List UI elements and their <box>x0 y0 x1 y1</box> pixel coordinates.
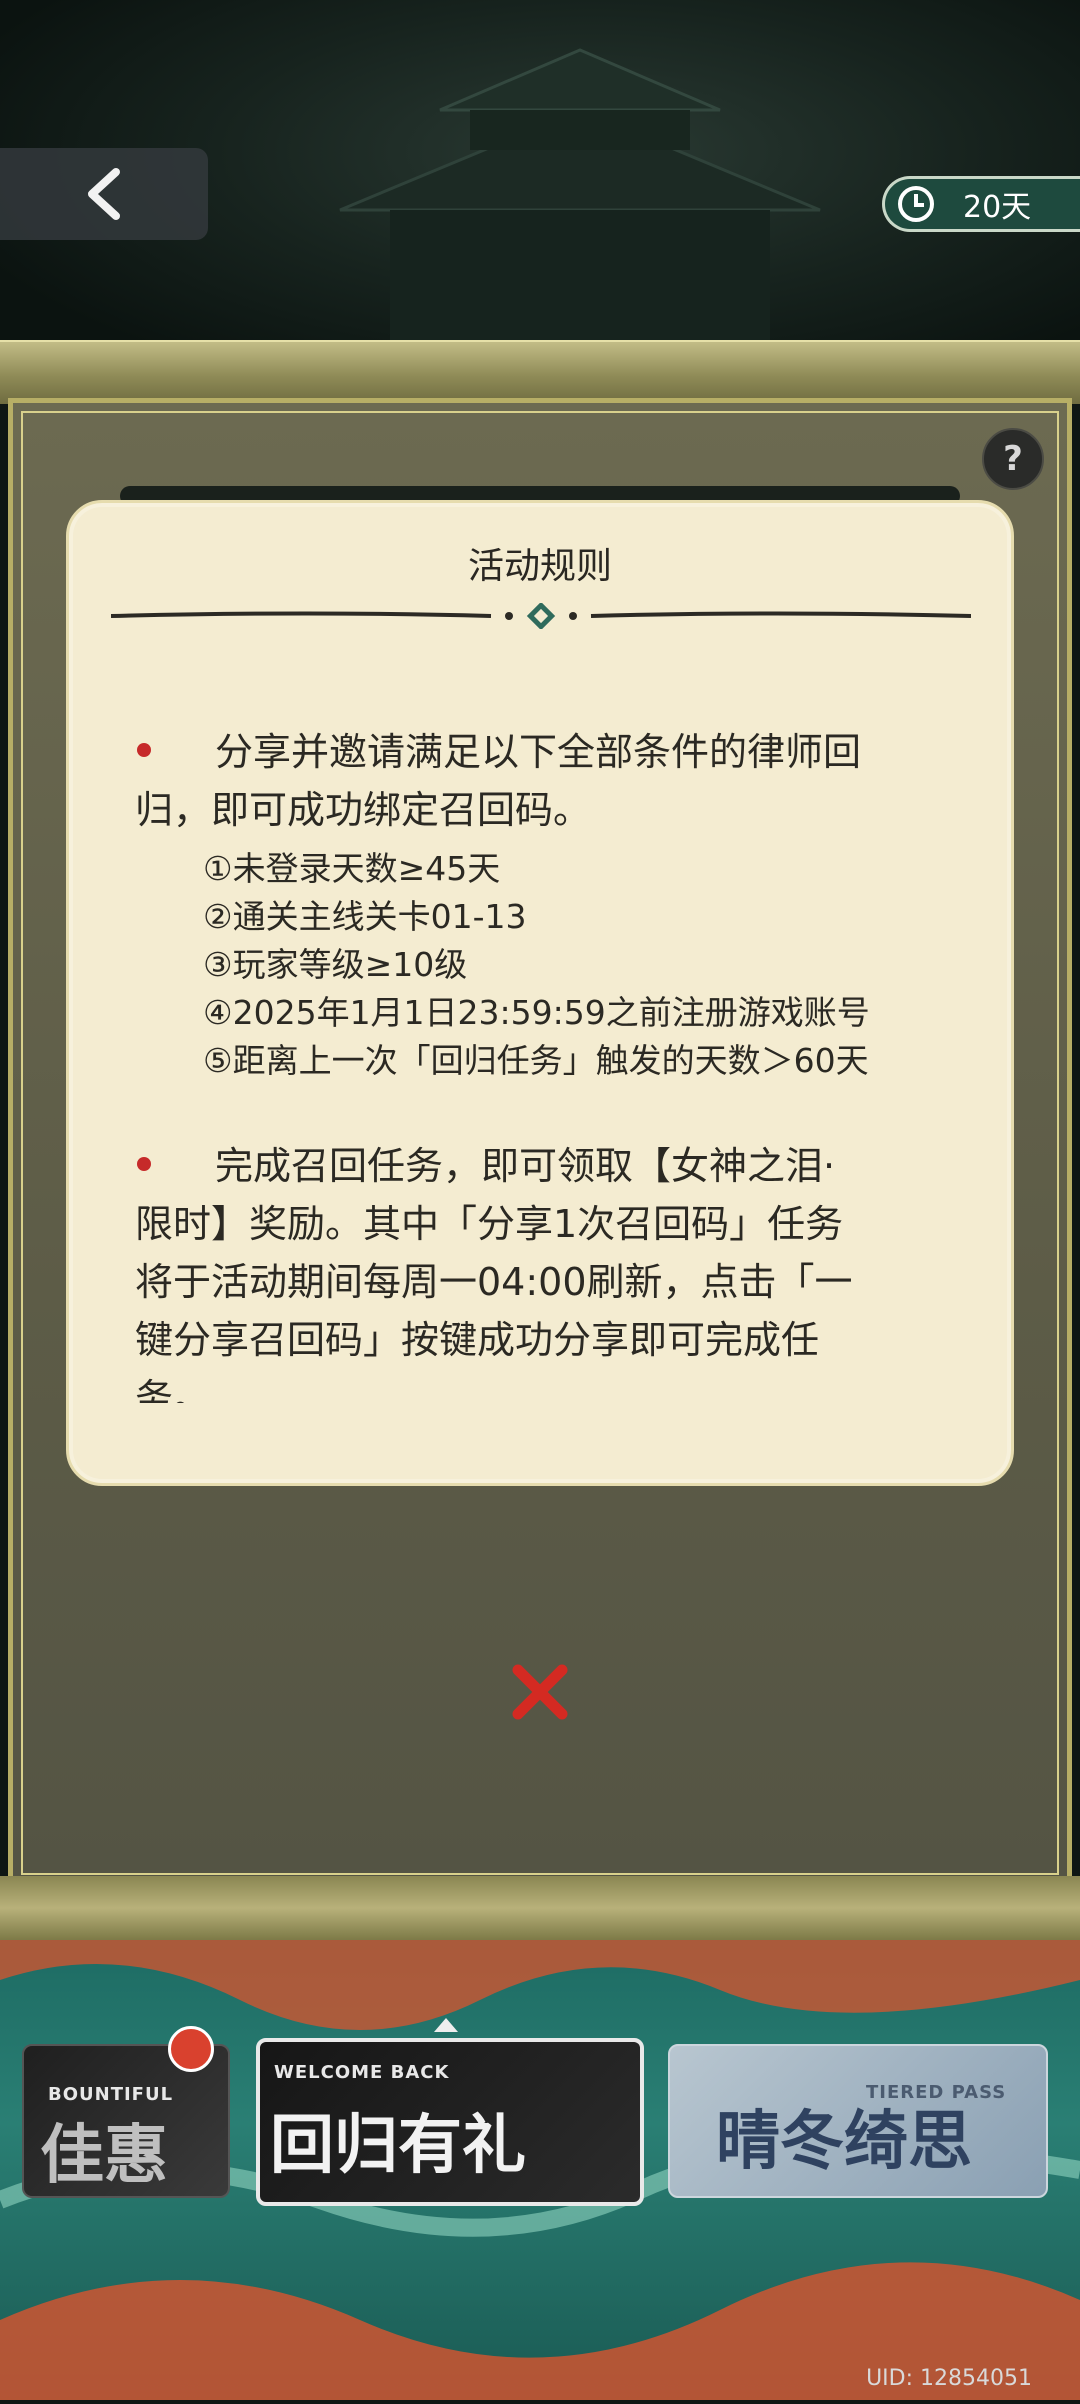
user-id: UID: 12854051 <box>866 2366 1032 2391</box>
rule-text: 完成召回任务，即可领取【女神之泪· <box>215 1144 836 1188</box>
rule-text: 归，即可成功绑定召回码。 <box>135 788 592 832</box>
rule-text: 将于活动期间每周一04:00刷新，点击「一 <box>135 1260 853 1304</box>
rules-content: 分享并邀请满足以下全部条件的律师回 归，即可成功绑定召回码。 ①未登录天数≥45… <box>135 723 965 1403</box>
condition-item: ⑤距离上一次「回归任务」触发的天数＞60天 <box>203 1041 869 1080</box>
close-icon[interactable] <box>508 1660 572 1724</box>
card-title: 回归有礼 <box>270 2108 526 2183</box>
bullet-dot <box>137 1157 151 1171</box>
rules-title: 活动规则 <box>467 546 612 587</box>
clock-icon <box>898 186 934 222</box>
scroll-top-roller <box>0 340 1080 404</box>
chevron-left-icon <box>88 168 120 220</box>
conditions-list: ①未登录天数≥45天 ②通关主线关卡01-13 ③玩家等级≥10级 ④2025年… <box>135 845 965 1085</box>
back-button[interactable] <box>0 148 208 240</box>
condition-item: ④2025年1月1日23:59:59之前注册游戏账号 <box>203 993 870 1032</box>
title-divider <box>111 603 971 629</box>
bullet-dot <box>137 743 151 757</box>
card-subtitle: BOUNTIFUL <box>48 2084 174 2105</box>
card-title: 佳惠 <box>40 2118 168 2193</box>
condition-item: ③玩家等级≥10级 <box>203 945 468 984</box>
rule-text: 键分享召回码」按键成功分享即可完成任 <box>135 1318 820 1362</box>
scroll-bottom-roller <box>0 1876 1080 1942</box>
pagoda-illustration <box>339 48 821 340</box>
tab-tiered-pass[interactable]: TIERED PASS 晴冬绮思 <box>668 2044 1048 2198</box>
event-timer: 20天 <box>882 176 1080 232</box>
card-subtitle: WELCOME BACK <box>274 2062 450 2083</box>
rule-paragraph-2: 完成召回任务，即可领取【女神之泪· 限时】奖励。其中「分享1次召回码」任务 将于… <box>135 1137 965 1403</box>
tab-welcome-back[interactable]: WELCOME BACK 回归有礼 <box>256 2038 644 2206</box>
rule-paragraph-1: 分享并邀请满足以下全部条件的律师回 归，即可成功绑定召回码。 ①未登录天数≥45… <box>135 723 965 1085</box>
rules-panel: 活动规则 分享并邀请满足以下全部条件的律师回 归，即可成功绑定召回码。 ①未登录… <box>66 500 1014 1486</box>
rule-text: 限时】奖励。其中「分享1次召回码」任务 <box>135 1202 844 1246</box>
timer-badge-icon <box>168 2026 214 2072</box>
selected-tab-indicator <box>434 2018 458 2032</box>
help-button[interactable]: ? <box>982 428 1044 490</box>
condition-item: ①未登录天数≥45天 <box>203 849 501 888</box>
rule-text: 分享并邀请满足以下全部条件的律师回 <box>215 730 862 774</box>
rule-text: 务。 <box>135 1376 212 1403</box>
timer-label: 20天 <box>963 190 1032 225</box>
card-title: 晴冬绮思 <box>716 2104 972 2179</box>
condition-item: ②通关主线关卡01-13 <box>203 897 527 936</box>
